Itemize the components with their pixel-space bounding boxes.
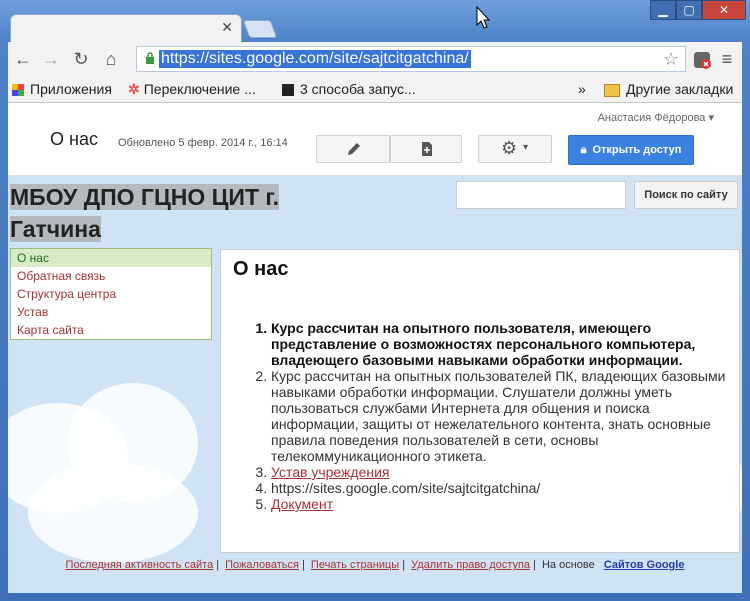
apps-grid-icon <box>12 84 24 97</box>
back-icon[interactable]: ← <box>12 48 34 70</box>
forward-icon[interactable]: → <box>40 48 62 70</box>
browser-toolbar: ← → ↻ ⌂ https://sites.google.com/site/sa… <box>8 42 742 77</box>
cloud-decoration <box>28 463 198 563</box>
bookmark-other[interactable]: Другие закладки <box>604 80 733 98</box>
powered-by-text: На основе <box>541 559 595 571</box>
site-title: МБОУ ДПО ГЦНО ЦИТ г. Гатчина <box>10 184 280 242</box>
footer-separator: | <box>402 559 406 571</box>
minimize-button[interactable]: ▁ <box>650 0 676 20</box>
browser-tab[interactable]: ✕ <box>10 14 242 43</box>
chevron-down-icon: ▾ <box>708 112 714 124</box>
bookmark-switch[interactable]: ✲ Переключение ... <box>128 80 256 98</box>
list-item: Курс рассчитан на опытных пользователей … <box>271 368 731 464</box>
settings-button[interactable]: ⚙ ▾ <box>478 135 552 163</box>
bookmark-3-ways[interactable]: 3 способа запус... <box>282 80 416 98</box>
sidebar-item-sitemap[interactable]: Карта сайта <box>11 321 211 339</box>
folder-icon <box>604 83 620 97</box>
list-item: https://sites.google.com/site/sajtcitgat… <box>271 480 731 496</box>
url-text[interactable]: https://sites.google.com/site/sajtcitgat… <box>159 50 471 68</box>
edit-page-button[interactable] <box>316 135 390 163</box>
footer-separator: | <box>302 559 305 571</box>
maximize-button[interactable]: ▢ <box>676 0 702 20</box>
close-window-button[interactable]: ✕ <box>702 0 746 20</box>
page-icon <box>282 84 294 97</box>
bookmark-star-icon[interactable]: ☆ <box>663 49 679 70</box>
site-footer: Последняя активность сайта | Пожаловаться… <box>8 559 742 571</box>
joomla-icon: ✲ <box>128 81 140 97</box>
pencil-icon <box>348 143 360 155</box>
google-sites-link[interactable]: Сайтов Google <box>604 559 685 571</box>
page-content: Анастасия Фёдорова ▾ О нас Обновлено 5 ф… <box>8 103 742 593</box>
tab-strip: ✕ ▁ ▢ ✕ <box>0 0 750 43</box>
new-tab-button[interactable] <box>242 20 278 38</box>
close-tab-icon[interactable]: ✕ <box>221 19 233 36</box>
chevron-down-icon: ▾ <box>523 142 529 153</box>
content-list: Курс рассчитан на опытного пользователя,… <box>241 320 731 512</box>
sidebar-item-about[interactable]: О нас <box>11 249 211 267</box>
menu-icon[interactable]: ≡ <box>716 48 738 70</box>
extension-icon[interactable] <box>692 50 712 70</box>
page-title: О нас <box>50 129 98 149</box>
home-icon[interactable]: ⌂ <box>100 48 122 70</box>
sidebar-item-feedback[interactable]: Обратная связь <box>11 267 211 285</box>
bookmark-apps[interactable]: Приложения <box>12 80 112 98</box>
footer-separator: | <box>216 559 220 571</box>
gear-icon: ⚙ <box>501 138 518 158</box>
reload-icon[interactable]: ↻ <box>70 48 92 70</box>
charter-link[interactable]: Устав учреждения <box>271 464 390 480</box>
list-item: Устав учреждения <box>271 464 731 480</box>
remove-access-link[interactable]: Удалить право доступа <box>411 559 530 571</box>
updated-timestamp: Обновлено 5 февр. 2014 г., 16:14 <box>118 137 288 149</box>
print-page-link[interactable]: Печать страницы <box>311 559 399 571</box>
site-search-input[interactable] <box>456 181 626 209</box>
bookmarks-bar: Приложения ✲ Переключение ... 3 способа з… <box>8 76 742 103</box>
footer-separator: | <box>533 559 536 571</box>
recent-activity-link[interactable]: Последняя активность сайта <box>66 559 214 571</box>
sites-header: Анастасия Фёдорова ▾ О нас Обновлено 5 ф… <box>8 103 742 176</box>
list-item: Курс рассчитан на опытного пользователя,… <box>271 320 731 368</box>
document-link[interactable]: Документ <box>271 496 333 512</box>
mouse-cursor-icon <box>476 6 491 29</box>
bookmarks-overflow[interactable]: » <box>578 80 586 98</box>
sidebar-nav: О нас Обратная связь Структура центра Ус… <box>10 248 212 340</box>
main-content: О нас Курс рассчитан на опытного пользов… <box>220 249 740 553</box>
lock-icon <box>146 52 154 64</box>
new-page-button[interactable] <box>390 135 462 163</box>
list-item: Документ <box>271 496 731 512</box>
sidebar-item-structure[interactable]: Структура центра <box>11 285 211 303</box>
new-page-icon <box>422 142 432 156</box>
user-account[interactable]: Анастасия Фёдорова ▾ <box>598 111 714 124</box>
sidebar-item-charter[interactable]: Устав <box>11 303 211 321</box>
lock-icon: 🔒︎ <box>580 144 587 156</box>
content-heading: О нас <box>233 258 289 280</box>
address-bar[interactable]: https://sites.google.com/site/sajtcitgat… <box>136 46 686 72</box>
report-abuse-link[interactable]: Пожаловаться <box>225 559 299 571</box>
share-button[interactable]: 🔒︎ Открыть доступ <box>568 135 694 165</box>
site-search-button[interactable]: Поиск по сайту <box>634 181 738 209</box>
browser-window: ✕ ▁ ▢ ✕ ← → ↻ ⌂ https://sites.google.com… <box>0 0 750 601</box>
